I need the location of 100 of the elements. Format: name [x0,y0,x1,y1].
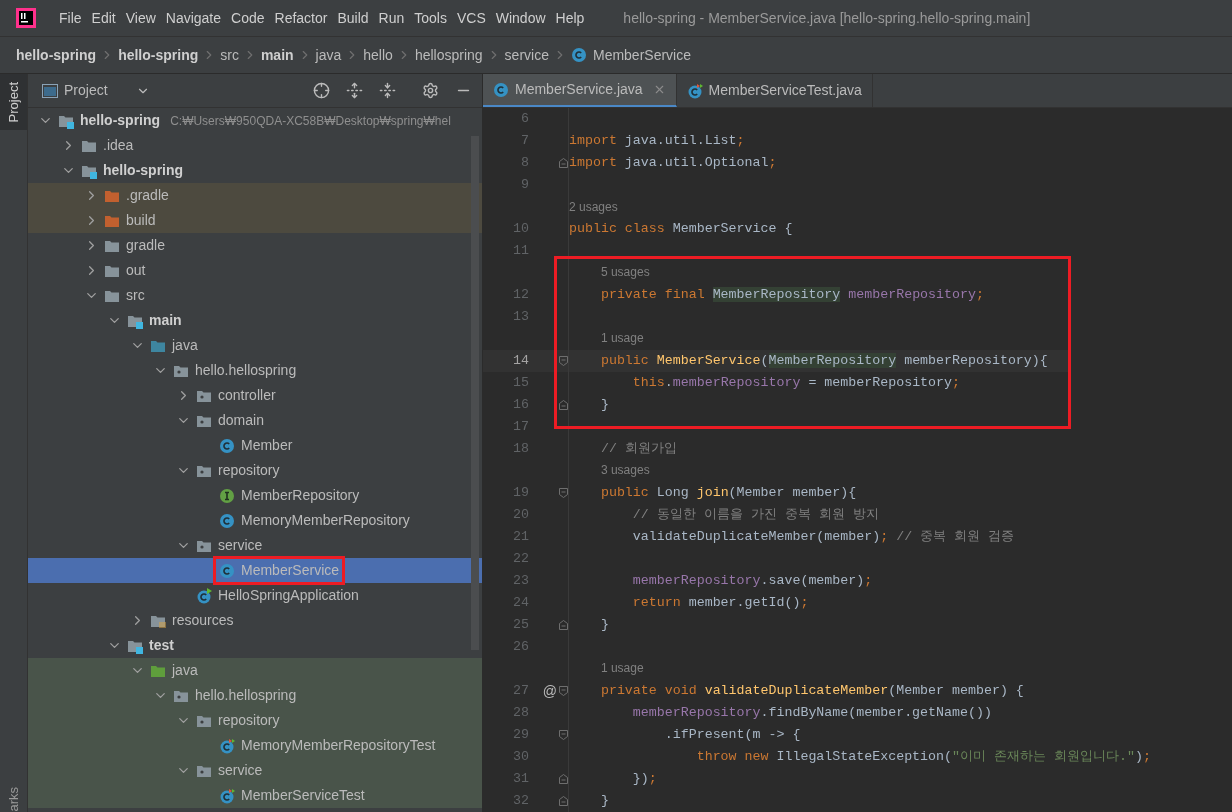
usages-hint[interactable]: 3 usages [569,461,650,481]
scrollbar[interactable] [471,136,479,650]
breadcrumb[interactable]: MemberService [570,44,691,66]
tree-item-label: java [172,661,198,680]
line-number: 12 [513,287,529,303]
editor-tab[interactable]: MemberServiceTest.java [676,74,873,107]
app-logo-icon [16,8,36,28]
usages-hint[interactable]: 1 usage [569,659,644,679]
fold-icon[interactable] [558,730,568,740]
tree-item-label: MemberService [241,561,340,580]
gutter-marker[interactable]: @ [542,680,557,702]
breadcrumb[interactable]: java [315,44,342,66]
view-selector[interactable]: Project [42,80,150,101]
tree-item[interactable]: .idea [28,133,482,158]
menu-item[interactable]: Window [490,7,551,29]
line-number: 22 [513,551,529,567]
runnable-class-icon [196,587,212,604]
menu-item[interactable]: File [54,7,87,29]
tree-item[interactable]: gradle [28,233,482,258]
code-line: public Long join(Member member){ [599,484,857,503]
breadcrumb[interactable]: service [504,44,549,66]
menu-item[interactable]: Refactor [269,7,333,29]
tree-item[interactable]: hello.hellospring [28,683,482,708]
line-number: 9 [521,177,529,193]
tree-item[interactable]: controller [28,383,482,408]
tree-item[interactable]: MemoryMemberRepository [28,508,482,533]
breadcrumb[interactable]: hello-spring [118,44,199,66]
line-number: 7 [521,133,529,149]
fold-icon[interactable] [558,774,568,784]
code-line: // 동일한 이름을 가진 중복 회원 방지 [631,506,879,525]
menu-item[interactable]: Navigate [160,7,227,29]
line-number: 26 [513,639,529,655]
project-tool-tab[interactable]: Project [0,74,27,131]
tree-item-label: hello-spring [80,111,161,130]
menu-item[interactable]: Code [226,7,270,29]
tree-item[interactable]: MemberServiceTest [28,783,482,808]
fold-icon[interactable] [558,356,568,366]
usages-hint[interactable]: 2 usages [569,198,618,216]
breadcrumb[interactable]: main [260,44,294,66]
usages-hint[interactable]: 5 usages [569,263,650,283]
tree-item[interactable]: Member [28,433,482,458]
tree-item[interactable]: MemberRepository [28,483,482,508]
tree-item[interactable]: main [28,308,482,333]
fold-icon[interactable] [558,686,568,696]
tree-item[interactable]: java [28,658,482,683]
editor-tab[interactable]: MemberService.java [483,74,677,107]
tree-item[interactable]: .gradle [28,183,482,208]
tree-item-label: repository [218,711,280,730]
fold-icon[interactable] [558,400,568,410]
menu-item[interactable]: Tools [409,7,452,29]
locate-icon[interactable] [313,82,330,99]
tree-item[interactable]: hello.hellospring [28,358,482,383]
menu-item[interactable]: View [120,7,161,29]
breadcrumb[interactable]: hello-spring [16,44,97,66]
tree-item[interactable]: resources [28,608,482,633]
tree-item[interactable]: domain [28,408,482,433]
fold-icon[interactable] [558,620,568,630]
tree-item[interactable]: test [28,633,482,658]
menu-item[interactable]: VCS [451,7,491,29]
tree-item[interactable]: repository [28,708,482,733]
tree-item[interactable]: MemoryMemberRepositoryTest [28,733,482,758]
usages-hint[interactable]: 1 usage [569,329,644,349]
bookmarks-tool-tab[interactable]: arks [0,787,27,812]
tree-item-label: java [172,336,198,355]
line-number: 16 [513,397,529,413]
class-icon [570,47,587,63]
fold-icon[interactable] [558,488,568,498]
tree-item[interactable]: java [28,333,482,358]
expand-all-icon[interactable] [346,82,363,99]
settings-icon[interactable] [422,82,439,99]
tree-item[interactable]: out [28,258,482,283]
line-number: 31 [513,771,529,787]
tree-item[interactable]: hello-spring [28,158,482,183]
tree-item[interactable]: service [28,533,482,558]
line-number: 30 [513,749,529,765]
line-number: 19 [513,485,529,501]
tree-item[interactable]: src [28,283,482,308]
line-number: 11 [513,243,529,259]
line-number: 32 [513,793,529,809]
tree-item[interactable]: service [28,758,482,783]
fold-icon[interactable] [558,158,568,168]
tree-item[interactable]: HelloSpringApplication [28,583,482,608]
menu-item[interactable]: Edit [86,7,121,29]
tree-item[interactable]: build [28,208,482,233]
menu-item[interactable]: Help [550,7,590,29]
fold-icon[interactable] [558,796,568,806]
breadcrumb[interactable]: src [220,44,239,66]
code-line: } [599,616,609,635]
tree-item-label: gradle [126,236,165,255]
code-line: } [599,792,609,811]
collapse-all-icon[interactable] [379,82,396,99]
breadcrumb[interactable]: hellospring [414,44,483,66]
tree-item-label: test [149,636,174,655]
breadcrumb[interactable]: hello [363,44,393,66]
menu-item[interactable]: Run [373,7,410,29]
menu-item[interactable]: Build [332,7,374,29]
tree-item[interactable]: repository [28,458,482,483]
line-number: 13 [513,309,529,325]
test-class-icon [219,737,235,754]
tree-item[interactable]: hello-spring C:₩Users₩950QDA-XC58B₩Desktop₩spring₩hel [28,108,482,133]
